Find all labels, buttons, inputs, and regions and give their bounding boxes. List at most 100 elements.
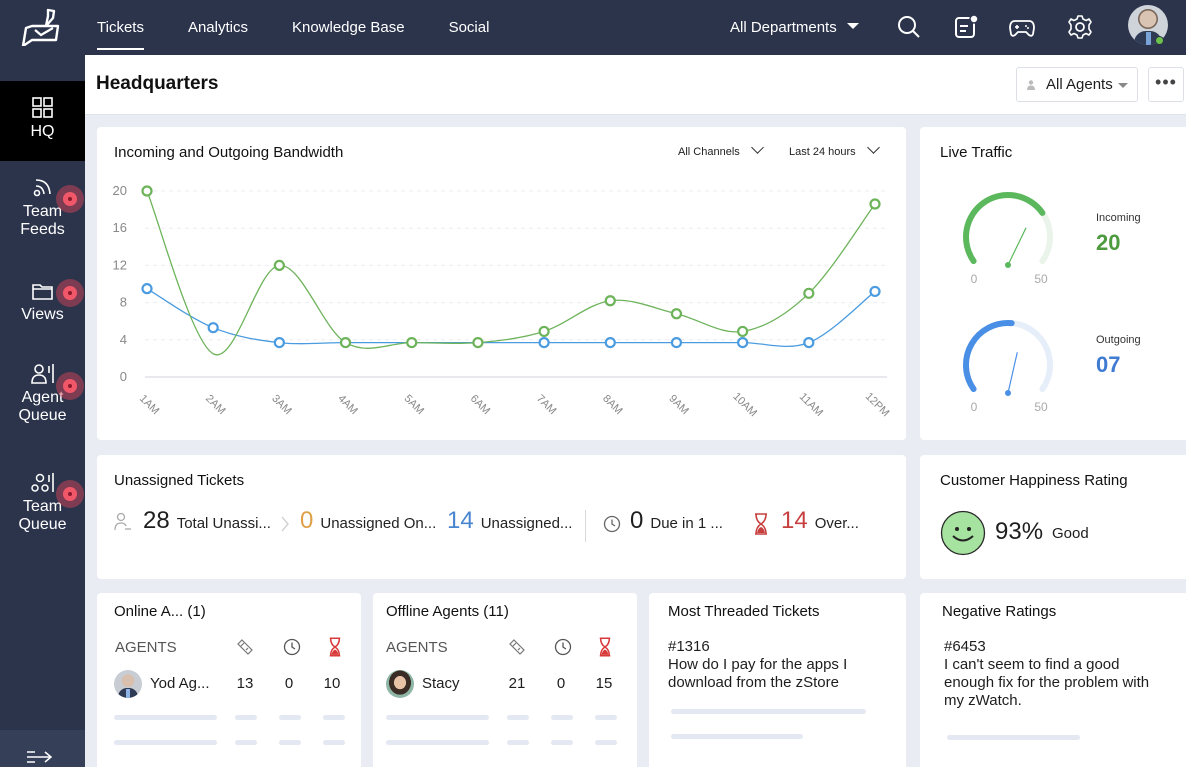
- online-status-indicator: [1155, 36, 1164, 45]
- agent-avatar: [386, 670, 414, 698]
- notes-icon[interactable]: [953, 14, 979, 40]
- agent-tickets: 13: [236, 675, 254, 692]
- rating-comment-line: enough fix for the problem with: [944, 674, 1150, 691]
- sidebar-item-label: Team: [22, 498, 63, 515]
- unassigned-title: Unassigned Tickets: [114, 472, 245, 489]
- top-navigation-bar: Tickets Analytics Knowledge Base Social …: [0, 0, 1186, 55]
- data-point-outgoing: [670, 336, 683, 349]
- hourglass-icon: [599, 637, 611, 657]
- negative-ratings-card: Negative Ratings #6453 I can't seem to f…: [920, 593, 1186, 767]
- gauge-max-label: 50: [1034, 272, 1048, 286]
- agents-filter-dropdown[interactable]: All Agents: [1016, 67, 1138, 102]
- tab-knowledge-base[interactable]: Knowledge Base: [281, 0, 416, 55]
- agent-overdue: 15: [595, 675, 613, 692]
- ticket-id-link[interactable]: #6453: [944, 638, 986, 655]
- loading-placeholder: [386, 715, 489, 720]
- gauge-needle-hub: [1005, 390, 1011, 396]
- x-tick-label: 7AM: [534, 393, 558, 417]
- clock-icon: [554, 638, 572, 656]
- y-tick-label: 4: [120, 332, 127, 347]
- gauge-max-label: 50: [1034, 400, 1048, 414]
- most-threaded-title: Most Threaded Tickets: [668, 603, 820, 620]
- stat-due-soon[interactable]: 0 Due in 1 ...: [630, 507, 723, 535]
- agent-row[interactable]: Stacy 21 0 15: [386, 670, 637, 745]
- sidebar-item-label: Queue: [18, 407, 67, 424]
- gamepad-icon[interactable]: [1009, 14, 1035, 40]
- x-tick-label: 6AM: [468, 393, 492, 417]
- ticket-icon: [237, 639, 253, 655]
- chevron-right-icon: [281, 516, 289, 532]
- stat-unassigned-online[interactable]: 0 Unassigned On...: [300, 507, 436, 535]
- happiness-label: Good: [1052, 525, 1089, 542]
- x-tick-label: 11AM: [797, 391, 825, 419]
- app-logo-icon[interactable]: [18, 6, 60, 46]
- stat-value: 0: [630, 507, 644, 534]
- agent-name: Yod Ag...: [150, 675, 210, 692]
- sidebar-item-label: Queue: [18, 516, 67, 533]
- data-point-outgoing: [141, 283, 153, 295]
- more-options-button[interactable]: •••: [1148, 67, 1184, 102]
- offline-agents-card: Offline Agents (11) AGENTS Stacy 21 0 15: [373, 593, 637, 767]
- tab-tickets[interactable]: Tickets: [86, 0, 155, 55]
- agent-tickets: 21: [508, 675, 526, 692]
- loading-placeholder: [551, 715, 573, 720]
- gauge-min-label: 0: [971, 272, 978, 286]
- data-point-incoming: [538, 325, 550, 338]
- tab-analytics[interactable]: Analytics: [177, 0, 259, 55]
- series-line-outgoing: [146, 288, 876, 348]
- stat-unassigned-other[interactable]: 14 Unassigned...: [447, 507, 572, 535]
- loading-placeholder: [551, 740, 573, 745]
- incoming-gauge: 0 50: [963, 192, 1053, 286]
- notification-badge: [56, 480, 84, 508]
- x-tick-label: 9AM: [666, 393, 690, 417]
- data-point-outgoing: [538, 336, 550, 349]
- expand-sidebar-button[interactable]: [0, 730, 85, 767]
- sidebar-item-hq[interactable]: HQ: [0, 81, 85, 161]
- loading-placeholder: [507, 715, 529, 720]
- department-dropdown[interactable]: All Departments: [730, 0, 859, 55]
- search-icon[interactable]: [896, 14, 922, 40]
- gear-icon[interactable]: [1067, 14, 1093, 40]
- agents-column-header: AGENTS: [115, 639, 177, 656]
- stat-label: Unassigned...: [480, 515, 573, 532]
- rating-comment[interactable]: I can't seem to find a good enough fix fo…: [944, 656, 1149, 710]
- data-point-incoming: [737, 325, 749, 338]
- y-tick-label: 12: [113, 257, 127, 272]
- data-point-outgoing: [604, 336, 616, 349]
- data-point-incoming: [472, 336, 484, 349]
- y-tick-label: 8: [120, 295, 127, 310]
- stat-label: Over...: [814, 515, 859, 532]
- data-point-incoming: [339, 336, 352, 349]
- loading-placeholder: [114, 715, 217, 720]
- ticket-subject[interactable]: How do I pay for the apps Idownload from…: [668, 656, 847, 692]
- notification-badge: [56, 279, 84, 307]
- data-point-incoming: [141, 185, 153, 197]
- loading-placeholder: [386, 740, 489, 745]
- stat-overdue[interactable]: 14 Over...: [781, 507, 859, 535]
- page-header: Headquarters All Agents •••: [85, 55, 1186, 115]
- x-tick-label: 1AM: [137, 393, 161, 417]
- loading-placeholder: [595, 740, 617, 745]
- agent-avatar: [114, 670, 142, 698]
- ticket-icon: [509, 639, 525, 655]
- agent-due: 0: [556, 675, 566, 692]
- team-queue-icon: [30, 473, 54, 492]
- loading-placeholder: [235, 740, 257, 745]
- x-tick-label: 3AM: [269, 393, 293, 417]
- stat-label: Due in 1 ...: [650, 515, 723, 532]
- unassigned-tickets-card: Unassigned Tickets 28 Total Unassi... 0 Un…: [97, 455, 906, 579]
- ticket-id-link[interactable]: #1316: [668, 638, 710, 655]
- loading-placeholder: [595, 715, 617, 720]
- data-point-incoming: [604, 295, 616, 307]
- online-agents-card: Online A... (1) AGENTS Yod Ag... 13 0 10: [97, 593, 361, 767]
- stat-total-unassigned[interactable]: 28 Total Unassi...: [143, 507, 271, 535]
- outgoing-value: 07: [1096, 352, 1121, 377]
- data-point-outgoing: [803, 336, 815, 349]
- gauge-needle: [1007, 352, 1018, 394]
- tab-social[interactable]: Social: [438, 0, 501, 55]
- data-point-outgoing: [273, 336, 285, 349]
- rating-comment-line: my zWatch.: [944, 692, 1022, 709]
- hourglass-icon: [755, 513, 767, 535]
- stat-value: 14: [781, 507, 808, 534]
- agent-row[interactable]: Yod Ag... 13 0 10: [114, 670, 361, 745]
